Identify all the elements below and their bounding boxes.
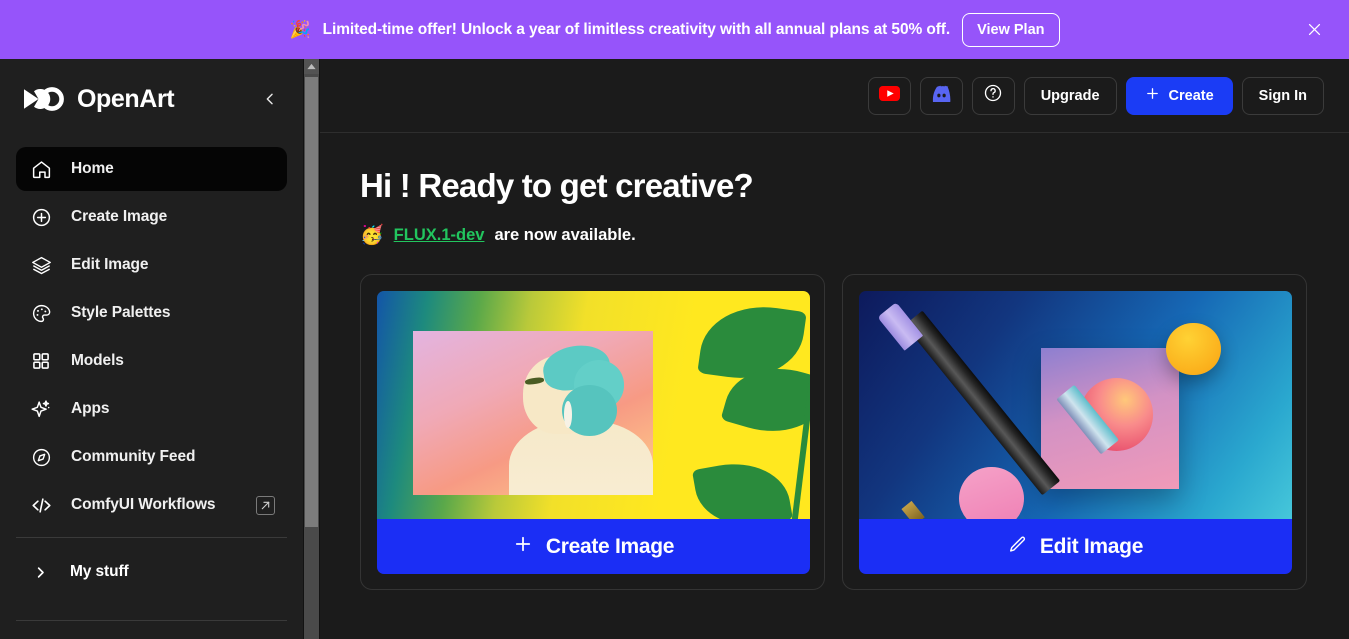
sidebar-item-label: Home [71, 160, 114, 177]
layers-icon [28, 252, 54, 278]
upgrade-button[interactable]: Upgrade [1023, 76, 1117, 115]
plus-circle-icon [28, 204, 54, 230]
brand-name: OpenArt [77, 84, 175, 113]
create-image-cta-label: Create Image [545, 534, 675, 558]
main-content: Upgrade Create Sign In Hi ! Ready to get… [320, 59, 1349, 639]
sidebar-divider-top [16, 537, 287, 538]
create-button-label: Create [1168, 87, 1214, 104]
create-image-cta-button[interactable]: Create Image [377, 519, 810, 574]
sidebar-item-label: Models [71, 352, 124, 369]
edit-image-artwork [859, 291, 1292, 519]
scroll-up-arrow-icon[interactable] [304, 59, 319, 74]
openart-logo-icon[interactable] [22, 86, 66, 112]
promo-content: 🎉 Limited-time offer! Unlock a year of l… [289, 12, 1060, 47]
sidebar-item-home[interactable]: Home [16, 147, 287, 191]
feature-cards: Create Image Edit Image [360, 274, 1309, 590]
youtube-icon [878, 85, 900, 106]
close-icon[interactable] [1301, 17, 1327, 43]
help-circle-icon [983, 83, 1003, 108]
sidebar-item-models[interactable]: Models [16, 339, 287, 383]
chevron-left-icon[interactable] [257, 86, 283, 112]
sparkle-icon [28, 396, 54, 422]
code-icon [28, 492, 54, 518]
sidebar-item-style-palettes[interactable]: Style Palettes [16, 291, 287, 335]
chevron-right-icon [28, 560, 52, 584]
external-link-icon[interactable] [256, 495, 275, 515]
promo-text: Limited-time offer! Unlock a year of lim… [322, 20, 951, 38]
sidebar-item-apps[interactable]: Apps [16, 387, 287, 431]
sidebar-item-label: Community Feed [71, 448, 196, 465]
announcement-row: 🥳 FLUX.1-dev are now available. [360, 226, 1309, 245]
announcement-text: are now available. [494, 226, 636, 244]
help-button[interactable] [971, 76, 1015, 115]
flux-model-link[interactable]: FLUX.1-dev [394, 226, 485, 245]
sidebar-item-create-image[interactable]: Create Image [16, 195, 287, 239]
sidebar-item-label: Style Palettes [71, 304, 171, 321]
sidebar-item-my-stuff[interactable]: My stuff [16, 550, 287, 594]
create-button[interactable]: Create [1125, 76, 1233, 115]
edit-image-card[interactable]: Edit Image [842, 274, 1307, 590]
content-area: Hi ! Ready to get creative? 🥳 FLUX.1-dev… [320, 133, 1349, 590]
sign-in-button[interactable]: Sign In [1241, 76, 1324, 115]
partying-face-icon: 🥳 [360, 225, 384, 246]
sidebar-item-label: Apps [71, 400, 110, 417]
discord-icon [931, 85, 952, 107]
top-bar: Upgrade Create Sign In [320, 59, 1349, 133]
edit-image-cta-label: Edit Image [1039, 534, 1144, 558]
discord-button[interactable] [919, 76, 963, 115]
compass-icon [28, 444, 54, 470]
sidebar-item-comfyui-workflows[interactable]: ComfyUI Workflows [16, 483, 287, 527]
sidebar-item-label: Edit Image [71, 256, 149, 273]
edit-image-cta-button[interactable]: Edit Image [859, 519, 1292, 574]
pencil-icon [1008, 535, 1027, 559]
home-icon [28, 156, 54, 182]
sidebar-divider-bottom [16, 620, 287, 621]
sidebar-item-community-feed[interactable]: Community Feed [16, 435, 287, 479]
grid-icon [28, 348, 54, 374]
view-plan-button[interactable]: View Plan [962, 12, 1060, 47]
create-image-artwork [377, 291, 810, 519]
sidebar-nav: Home Create Image Edit Image Style Palet… [0, 139, 303, 527]
sidebar-item-label: ComfyUI Workflows [71, 496, 216, 513]
palette-icon [28, 300, 54, 326]
sidebar: OpenArt Home Create Image Edit Image Sty… [0, 59, 303, 639]
youtube-button[interactable] [867, 76, 911, 115]
sidebar-item-label: Create Image [71, 208, 168, 225]
promo-banner: 🎉 Limited-time offer! Unlock a year of l… [0, 0, 1349, 59]
page-title: Hi ! Ready to get creative? [360, 167, 754, 204]
scrollbar-thumb[interactable] [305, 77, 318, 527]
plus-icon [513, 534, 533, 559]
plus-icon [1145, 86, 1160, 105]
brand-row: OpenArt [0, 59, 303, 139]
create-image-card[interactable]: Create Image [360, 274, 825, 590]
sidebar-item-edit-image[interactable]: Edit Image [16, 243, 287, 287]
sidebar-item-label: My stuff [70, 563, 129, 580]
sidebar-scrollbar[interactable] [304, 59, 319, 639]
party-popper-icon: 🎉 [289, 20, 311, 39]
